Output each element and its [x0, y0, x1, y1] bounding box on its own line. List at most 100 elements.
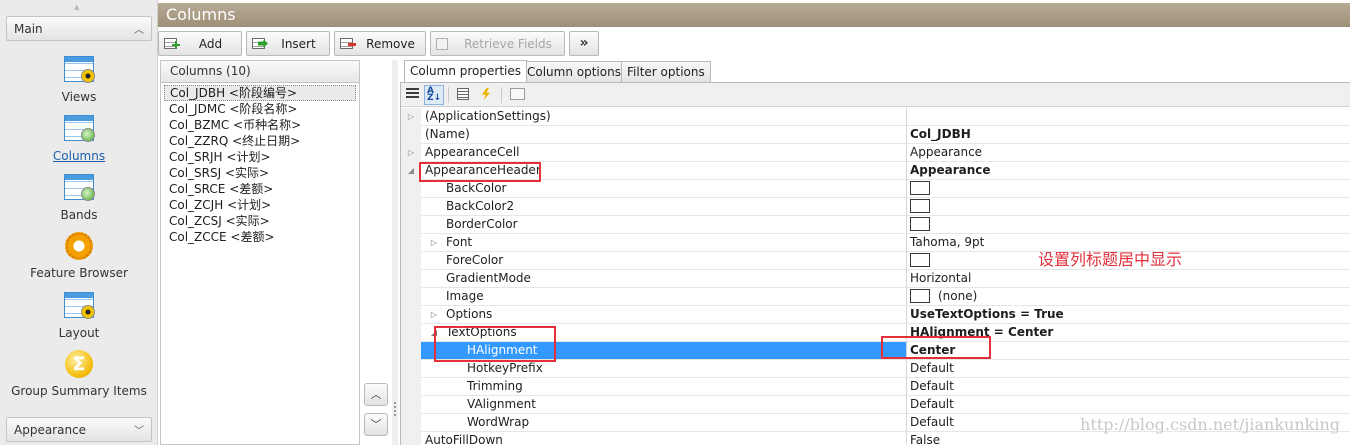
property-value-cell[interactable] [907, 198, 1350, 216]
splitter[interactable] [392, 60, 398, 445]
remove-button-label: Remove [366, 36, 415, 51]
property-row[interactable]: Image (none) [401, 288, 1350, 306]
column-list-item[interactable]: Col_SRCE <差额> [164, 181, 356, 197]
column-list-item[interactable]: Col_JDMC <阶段名称> [164, 101, 356, 117]
property-name: AppearanceCell [425, 145, 520, 159]
expand-icon[interactable]: ▷ [408, 148, 414, 157]
column-list-item[interactable]: Col_ZCJH <计划> [164, 197, 356, 213]
remove-button[interactable]: Remove [334, 31, 426, 56]
move-down-button[interactable]: ﹀ [364, 413, 388, 436]
nav-item-bands[interactable]: Bands [0, 172, 158, 222]
property-row[interactable]: ForeColor [401, 252, 1350, 270]
property-name-cell[interactable]: AutoFillDown [421, 432, 907, 445]
property-row[interactable]: Trimming Default [401, 378, 1350, 396]
property-value-cell[interactable]: Appearance [907, 144, 1350, 162]
move-up-button[interactable]: ︿ [364, 383, 388, 406]
splitter-grip-icon[interactable] [394, 402, 396, 418]
property-value: False [910, 433, 941, 445]
sort-az-icon[interactable]: A Z↓ [424, 85, 444, 105]
add-button[interactable]: Add [158, 31, 242, 56]
property-name-cell[interactable]: VAlignment [421, 396, 907, 414]
expand-icon[interactable]: ▷ [428, 306, 440, 323]
property-name-cell[interactable]: ForeColor [421, 252, 907, 270]
property-name-cell[interactable]: BorderColor [421, 216, 907, 234]
events-icon[interactable] [477, 85, 497, 105]
property-value-cell[interactable] [907, 180, 1350, 198]
more-actions-button[interactable]: » [569, 31, 599, 56]
property-row[interactable]: VAlignment Default [401, 396, 1350, 414]
column-list-item[interactable]: Col_SRSJ <实际> [164, 165, 356, 181]
property-value-cell[interactable]: (none) [907, 288, 1350, 306]
color-swatch[interactable] [910, 252, 930, 267]
insert-button[interactable]: Insert [246, 31, 330, 56]
property-row[interactable]: ▷ Font Tahoma, 9pt [401, 234, 1350, 252]
color-swatch[interactable] [910, 216, 930, 231]
tab-column-options[interactable]: Column options [521, 61, 627, 82]
column-list-item[interactable]: Col_ZCSJ <实际> [164, 213, 356, 229]
column-list-item[interactable]: Col_JDBH <阶段编号> [164, 85, 356, 101]
property-value-cell[interactable]: UseTextOptions = True [907, 306, 1350, 324]
property-value: Appearance [910, 145, 983, 159]
column-list-item[interactable]: Col_ZZRQ <终止日期> [164, 133, 356, 149]
property-row[interactable]: (Name) Col_JDBH [401, 126, 1350, 144]
property-name: ForeColor [446, 253, 504, 267]
property-row[interactable]: ▷ Options UseTextOptions = True [401, 306, 1350, 324]
property-name-cell[interactable]: BackColor [421, 180, 907, 198]
nav-item-views[interactable]: Views [0, 54, 158, 104]
collapse-grip-icon[interactable]: ▲ [74, 3, 79, 11]
property-value-cell[interactable]: Col_JDBH [907, 126, 1350, 144]
layout-icon [63, 292, 95, 322]
nav-group-appearance[interactable]: Appearance ﹀ [6, 417, 152, 442]
property-value-cell[interactable]: Default [907, 396, 1350, 414]
collapse-icon[interactable]: ◢ [408, 166, 414, 175]
property-row[interactable]: ▷ AppearanceCell Appearance [401, 144, 1350, 162]
property-value-cell[interactable] [907, 108, 1350, 126]
row-gutter: ◢ [401, 162, 421, 180]
retrieve-fields-button[interactable]: Retrieve Fields [430, 31, 565, 56]
property-value: Horizontal [910, 271, 972, 285]
property-name-cell[interactable]: AppearanceCell [421, 144, 907, 162]
property-value-cell[interactable] [907, 216, 1350, 234]
property-pages-icon[interactable] [507, 85, 527, 105]
column-list-item[interactable]: Col_ZCCE <差额> [164, 229, 356, 245]
property-name-cell[interactable]: ▷ Font [421, 234, 907, 252]
property-name-cell[interactable]: Image [421, 288, 907, 306]
nav-item-columns[interactable]: Columns [0, 113, 158, 163]
property-name-cell[interactable]: HotkeyPrefix [421, 360, 907, 378]
property-name-cell[interactable]: Trimming [421, 378, 907, 396]
tab-column-properties[interactable]: Column properties [404, 60, 528, 82]
expand-icon[interactable]: ▷ [408, 112, 414, 121]
property-row[interactable]: BackColor [401, 180, 1350, 198]
property-name-cell[interactable]: (Name) [421, 126, 907, 144]
property-value-cell[interactable]: Horizontal [907, 270, 1350, 288]
nav-item-group-summary-items[interactable]: Σ Group Summary Items [0, 349, 158, 398]
color-swatch[interactable] [910, 180, 930, 195]
property-value-cell[interactable]: Default [907, 378, 1350, 396]
color-swatch[interactable] [910, 288, 930, 303]
properties-icon[interactable] [454, 85, 474, 105]
property-row[interactable]: HotkeyPrefix Default [401, 360, 1350, 378]
categorized-icon[interactable] [403, 85, 423, 105]
property-row[interactable]: BorderColor [401, 216, 1350, 234]
nav-item-layout[interactable]: Layout [0, 290, 158, 340]
property-value-cell[interactable]: Default [907, 360, 1350, 378]
row-gutter [401, 306, 421, 324]
property-name-cell[interactable]: GradientMode [421, 270, 907, 288]
nav-group-label: Appearance [14, 422, 87, 437]
property-name-cell[interactable]: ▷ Options [421, 306, 907, 324]
property-value-cell[interactable]: Appearance [907, 162, 1350, 180]
expand-icon[interactable]: ▷ [428, 234, 440, 251]
color-swatch[interactable] [910, 198, 930, 213]
column-list-item[interactable]: Col_BZMC <币种名称> [164, 117, 356, 133]
property-name-cell[interactable]: (ApplicationSettings) [421, 108, 907, 126]
nav-item-feature-browser[interactable]: Feature Browser [0, 231, 158, 280]
property-row[interactable]: ◢ AppearanceHeader Appearance [401, 162, 1350, 180]
property-name-cell[interactable]: WordWrap [421, 414, 907, 432]
property-name-cell[interactable]: BackColor2 [421, 198, 907, 216]
nav-group-main[interactable]: Main ︿ [6, 16, 152, 41]
property-row[interactable]: ▷ (ApplicationSettings) [401, 108, 1350, 126]
property-row[interactable]: BackColor2 [401, 198, 1350, 216]
tab-filter-options[interactable]: Filter options [621, 61, 711, 82]
column-list-item[interactable]: Col_SRJH <计划> [164, 149, 356, 165]
property-row[interactable]: GradientMode Horizontal [401, 270, 1350, 288]
